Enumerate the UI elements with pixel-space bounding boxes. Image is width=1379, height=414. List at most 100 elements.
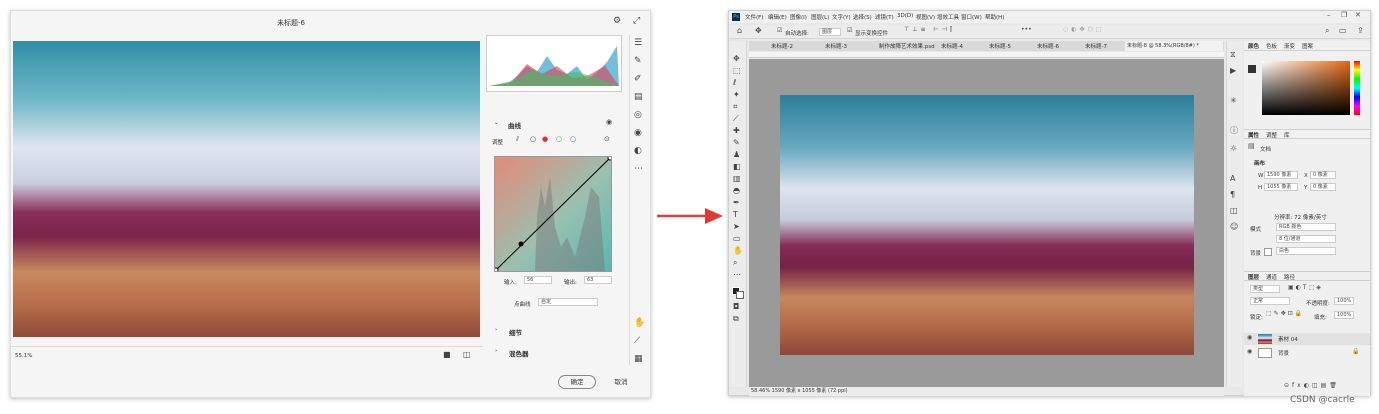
eyedropper-tool-icon[interactable]: ⟋ [733,115,739,123]
eye-icon[interactable]: ◉ [606,119,612,126]
magic-wand-icon[interactable]: ✦ [733,91,740,99]
dock-info-icon[interactable]: ⓘ [1230,127,1238,135]
pointcurve-select[interactable]: 自定 [538,298,598,306]
menu-help[interactable]: 帮助(H) [985,13,1004,21]
tab-doc-glitch[interactable]: 制作故障艺术效果.psd [879,42,935,50]
crop-icon[interactable]: ⌗ [733,103,738,111]
search-icon[interactable]: ⌕ [1325,27,1329,35]
opacity-field[interactable]: 100% [1334,297,1354,305]
radial-icon[interactable]: ◎ [634,111,642,120]
cancel-button[interactable]: 取消 [607,375,635,389]
show-transform-checkbox[interactable]: ☑ [847,28,852,34]
dock-character-icon[interactable]: A [1230,175,1235,183]
gradient-icon[interactable]: ▤ [634,93,643,102]
fg-swatch[interactable] [1248,65,1256,73]
layer-select[interactable]: 图层 [819,28,841,36]
move-icon[interactable]: ✥ [733,55,740,63]
tab-channels[interactable]: 通道 [1266,273,1277,281]
move-tool-icon[interactable]: ✥ [755,27,762,35]
more-options-icon[interactable]: ••• [1021,27,1032,33]
zoom-tool-icon[interactable]: ⌕ [733,259,737,267]
view-mode-icon[interactable]: ■ [443,351,451,359]
tab-layers[interactable]: 图层 [1248,273,1259,281]
channel-blue-icon[interactable]: ○ [570,136,576,143]
menu-type[interactable]: 文字(Y) [832,13,851,21]
path-select-icon[interactable]: ➤ [733,223,740,231]
color-field[interactable] [1262,61,1350,115]
home-icon[interactable]: ⌂ [737,27,742,35]
close-icon[interactable]: ✕ [1355,12,1361,19]
restore-icon[interactable]: ❐ [1341,12,1347,19]
heal-icon[interactable]: ✐ [634,75,642,84]
blend-mode-select[interactable]: 正常 [1250,297,1290,305]
layer-actions-icons[interactable]: ⊝fx◐◫▤🗑 [1284,383,1340,389]
layer-row-background[interactable]: ◉ 背景 🔒 [1244,347,1370,359]
tab-doc-3[interactable]: 未标题-3 [825,42,847,50]
lock-icons[interactable]: ⬚✎✥⊡🔒 [1266,311,1304,317]
parametric-curve-icon[interactable]: ⫽ [516,136,519,143]
shape-icon[interactable]: ▭ [733,235,741,243]
tab-doc-8-active[interactable]: 未标题-8 @ 58.3%(RGB/8#) * [1125,41,1223,51]
visibility-eye-icon[interactable]: ◉ [1247,349,1252,355]
heal-tool-icon[interactable]: ✚ [733,127,740,135]
menu-select[interactable]: 选择(S) [853,13,872,21]
input-field[interactable]: 56 [524,276,552,284]
minimize-icon[interactable]: – [1327,12,1331,19]
expand-icon[interactable]: ⤢ [633,17,640,26]
eraser-icon[interactable]: ◧ [733,163,741,171]
hue-slider[interactable] [1354,61,1360,115]
tab-paths[interactable]: 路径 [1284,273,1295,281]
edit-icon[interactable]: ☰ [634,39,642,48]
tab-properties[interactable]: 属性 [1248,131,1259,139]
dodge-icon[interactable]: ◓ [733,187,740,195]
redeye-icon[interactable]: ◉ [634,129,642,138]
tab-gradients[interactable]: 渐变 [1284,42,1295,50]
marquee-icon[interactable]: ⬚ [733,67,741,75]
dock-actions-icon[interactable]: ▶ [1230,67,1236,75]
gear-icon[interactable]: ⚙ [613,17,621,26]
workspace-icon[interactable]: ▭ [1339,27,1347,35]
gradient-tool-icon[interactable]: ▥ [733,175,741,183]
more-tools-icon[interactable]: ⋯ [733,271,741,279]
h-field[interactable]: 1055 像素 [1264,183,1298,191]
tab-doc-4[interactable]: 未标题-4 [941,42,963,50]
channel-red-icon[interactable]: ● [542,136,548,143]
curve-graph[interactable] [493,155,613,273]
channel-green-icon[interactable]: ○ [556,136,562,143]
zoom-level[interactable]: 55.1% [15,353,32,359]
w-field[interactable]: 1590 像素 [1264,171,1298,179]
menu-layer[interactable]: 图层(L) [811,13,829,21]
confirm-button[interactable]: 确定 [558,375,596,389]
hand-tool-icon[interactable]: ✋ [733,247,743,255]
stamp-icon[interactable]: ♟ [733,151,740,159]
lasso-icon[interactable]: ℓ [733,79,736,87]
share-icon[interactable]: ⇪ [1357,27,1364,35]
output-field[interactable]: 63 [584,276,612,284]
3d-mode-icons[interactable]: ◌◐✥⬡⬚ [1063,27,1104,33]
type-icon[interactable]: T [733,211,738,219]
menu-plugins[interactable]: 增效工具 [937,13,959,21]
menu-file[interactable]: 文件(F) [745,13,763,21]
eyedropper-icon[interactable]: ⟋ [634,337,640,346]
curves-chevron-icon[interactable]: ⌄ [494,120,499,126]
brush-tool-icon[interactable]: ✎ [733,139,740,147]
dock-history-icon[interactable]: ⧖ [1230,51,1236,59]
auto-select-checkbox[interactable]: ☑ [777,28,782,34]
dock-paragraph-icon[interactable]: ¶ [1230,191,1235,199]
mode-select[interactable]: RGB 颜色 [1276,223,1336,231]
bg-select[interactable]: 白色 [1276,247,1336,255]
curves-header[interactable]: 曲线 [508,120,521,130]
tab-doc-2[interactable]: 未标题-2 [771,42,793,50]
details-header[interactable]: 细节 [509,327,522,337]
menu-window[interactable]: 窗口(W) [961,13,982,21]
tab-patterns[interactable]: 图案 [1302,42,1313,50]
pen-icon[interactable]: ✒ [733,199,740,207]
align-icons[interactable]: ⊤⊥≡ ⊢⊣⫿ [904,27,955,33]
layer-filter-icons[interactable]: ▣◐T⬚◈ [1288,285,1323,291]
bg-swatch[interactable] [1264,248,1272,256]
before-after-icon[interactable]: ◫ [463,351,471,359]
tab-doc-6[interactable]: 未标题-6 [1037,42,1059,50]
brush-icon[interactable]: ✎ [634,57,642,66]
x-field[interactable]: 0 像素 [1310,171,1336,179]
fill-field[interactable]: 100% [1334,311,1354,319]
